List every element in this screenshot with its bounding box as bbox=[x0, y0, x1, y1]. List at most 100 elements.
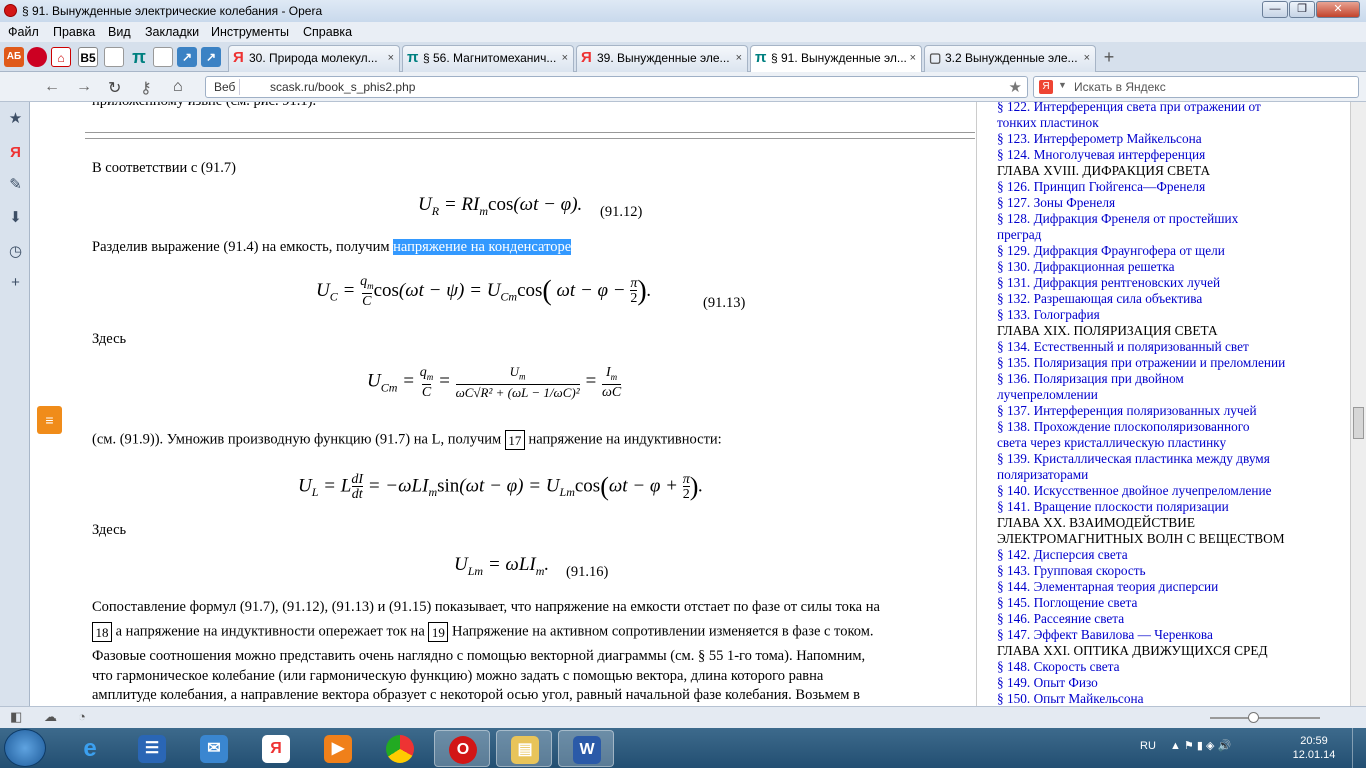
toc-link[interactable]: § 149. Опыт Физо bbox=[997, 675, 1098, 691]
history-icon[interactable]: ◷ bbox=[7, 243, 24, 260]
toc-link[interactable]: поляризаторами bbox=[997, 467, 1088, 483]
toc-link[interactable]: § 139. Кристаллическая пластинка между д… bbox=[997, 451, 1270, 467]
taskbar-yandex[interactable]: Я bbox=[248, 730, 304, 767]
quick-bookmark-b5-icon[interactable]: B5 bbox=[78, 47, 98, 67]
start-button[interactable] bbox=[4, 729, 46, 767]
quick-bookmark-icon[interactable] bbox=[27, 47, 47, 67]
yandex-panel-icon[interactable]: Я bbox=[7, 144, 24, 161]
tab-active[interactable]: π § 91. Вынужденные эл... × bbox=[750, 45, 922, 73]
close-tab-icon[interactable]: × bbox=[910, 46, 916, 71]
new-tab-button[interactable]: + bbox=[1099, 47, 1119, 67]
toc-link[interactable]: § 130. Дифракционная решетка bbox=[997, 259, 1175, 275]
menu-edit[interactable]: Правка bbox=[53, 25, 95, 39]
bookmarks-star-icon[interactable]: ★ bbox=[7, 110, 24, 127]
url-text[interactable]: scask.ru/book_s_phis2.php bbox=[270, 80, 415, 94]
tray-icons[interactable]: ▲ ⚑ ▮ ◈ 🔊 bbox=[1170, 739, 1231, 752]
yandex-search-icon[interactable]: Я bbox=[1039, 80, 1053, 94]
zoom-slider-knob[interactable] bbox=[1248, 712, 1259, 723]
toc-link[interactable]: § 141. Вращение плоскости поляризации bbox=[997, 499, 1229, 515]
taskbar-app[interactable]: ☰ bbox=[124, 730, 180, 767]
toc-link[interactable]: света через кристаллическую пластинку bbox=[997, 435, 1226, 451]
menu-tools[interactable]: Инструменты bbox=[211, 25, 289, 39]
page-bookmark-icon[interactable] bbox=[104, 47, 124, 67]
toc-link[interactable]: § 126. Принцип Гюйгенса—Френеля bbox=[997, 179, 1205, 195]
toc-link[interactable]: § 146. Рассеяние света bbox=[997, 611, 1124, 627]
speed-icon[interactable]: ◔ bbox=[78, 709, 86, 724]
key-icon[interactable]: ⚷ bbox=[140, 78, 152, 98]
toc-link[interactable]: § 122. Интерференция света при отражении… bbox=[997, 102, 1261, 115]
page-bookmark-icon[interactable] bbox=[153, 47, 173, 67]
tab-2[interactable]: π § 56. Магнитомеханич... × bbox=[402, 45, 574, 72]
notes-icon[interactable]: ✎ bbox=[7, 176, 24, 193]
zoom-slider[interactable] bbox=[1210, 712, 1320, 723]
close-window-button[interactable]: ✕ bbox=[1316, 1, 1360, 18]
home-icon[interactable]: ⌂ bbox=[173, 78, 183, 96]
toc-link[interactable]: § 137. Интерференция поляризованных луче… bbox=[997, 403, 1257, 419]
notes-widget-icon[interactable]: ≡ bbox=[37, 406, 62, 434]
taskbar-media[interactable]: ▶ bbox=[310, 730, 366, 767]
taskbar-explorer[interactable]: ▤ bbox=[496, 730, 552, 767]
toc-link[interactable]: § 144. Элементарная теория дисперсии bbox=[997, 579, 1218, 595]
system-clock[interactable]: 20:59 12.01.14 bbox=[1290, 734, 1338, 762]
toc-link[interactable]: лучепреломлении bbox=[997, 387, 1098, 403]
close-tab-icon[interactable]: × bbox=[736, 46, 742, 71]
toc-link[interactable]: § 145. Поглощение света bbox=[997, 595, 1137, 611]
toc-link[interactable]: § 131. Дифракция рентгеновских лучей bbox=[997, 275, 1220, 291]
toc-link[interactable]: § 143. Групповая скорость bbox=[997, 563, 1146, 579]
panel-toggle-icon[interactable]: ◧ bbox=[10, 709, 22, 725]
toc-link[interactable]: § 150. Опыт Майкельсона bbox=[997, 691, 1144, 706]
toc-link[interactable]: § 127. Зоны Френеля bbox=[997, 195, 1115, 211]
show-desktop-button[interactable] bbox=[1352, 728, 1366, 768]
search-field[interactable]: Я ▼ Искать в Яндекс bbox=[1033, 76, 1359, 98]
toc-link[interactable]: преград bbox=[997, 227, 1041, 243]
search-engine-dropdown-icon[interactable]: ▼ bbox=[1058, 80, 1067, 90]
toc-link[interactable]: § 123. Интерферометр Майкельсона bbox=[997, 131, 1202, 147]
close-tab-icon[interactable]: × bbox=[388, 46, 394, 71]
toc-link[interactable]: тонких пластинок bbox=[997, 115, 1099, 131]
menu-help[interactable]: Справка bbox=[303, 25, 352, 39]
toc-link[interactable]: § 129. Дифракция Фраунгофера от щели bbox=[997, 243, 1225, 259]
back-icon[interactable]: ← bbox=[44, 78, 60, 96]
close-tab-icon[interactable]: × bbox=[562, 46, 568, 71]
toc-link[interactable]: § 128. Дифракция Френеля от простейших bbox=[997, 211, 1238, 227]
taskbar-opera[interactable]: O bbox=[434, 730, 490, 767]
address-field[interactable]: Веб scask.ru/book_s_phis2.php ★ bbox=[205, 76, 1028, 98]
menu-file[interactable]: Файл bbox=[8, 25, 39, 39]
chart-bookmark-icon[interactable]: ↗ bbox=[201, 47, 221, 67]
tab-1[interactable]: Я 30. Природа молекул... × bbox=[228, 45, 400, 72]
bookmark-star-icon[interactable]: ★ bbox=[1009, 78, 1022, 96]
minimize-button[interactable]: — bbox=[1262, 1, 1288, 18]
toc-link[interactable]: § 148. Скорость света bbox=[997, 659, 1119, 675]
formula-ref-18[interactable]: 18 bbox=[92, 622, 112, 642]
opera-unite-icon[interactable]: ☁ bbox=[44, 709, 57, 725]
toc-link[interactable]: § 142. Дисперсия света bbox=[997, 547, 1128, 563]
home-bookmark-icon[interactable]: ⌂ bbox=[51, 47, 71, 67]
toc-link[interactable]: § 124. Многолучевая интерференция bbox=[997, 147, 1205, 163]
reload-icon[interactable]: ↻ bbox=[108, 78, 121, 98]
toc-link[interactable]: § 134. Естественный и поляризованный све… bbox=[997, 339, 1249, 355]
downloads-icon[interactable]: ⬇ bbox=[7, 209, 24, 226]
forward-icon[interactable]: → bbox=[76, 78, 92, 96]
taskbar-word[interactable]: W bbox=[558, 730, 614, 767]
scrollbar-thumb[interactable] bbox=[1353, 407, 1364, 439]
toc-link[interactable]: § 136. Поляризация при двойном bbox=[997, 371, 1184, 387]
taskbar-mail[interactable]: ✉ bbox=[186, 730, 242, 767]
menu-view[interactable]: Вид bbox=[108, 25, 131, 39]
formula-ref-19[interactable]: 19 bbox=[428, 622, 449, 642]
formula-ref-17[interactable]: 17 bbox=[504, 430, 525, 450]
toc-link[interactable]: § 133. Голография bbox=[997, 307, 1100, 323]
quick-bookmark-ab-icon[interactable]: АБ bbox=[4, 47, 24, 67]
taskbar-chrome[interactable] bbox=[372, 730, 428, 767]
pi-bookmark-icon[interactable]: π bbox=[129, 47, 149, 67]
tab-3[interactable]: Я 39. Вынужденные эле... × bbox=[576, 45, 748, 72]
toc-link[interactable]: § 138. Прохождение плоскополяризованного bbox=[997, 419, 1250, 435]
close-tab-icon[interactable]: × bbox=[1084, 46, 1090, 71]
toc-link[interactable]: § 147. Эффект Вавилова — Черенкова bbox=[997, 627, 1213, 643]
maximize-button[interactable]: ❐ bbox=[1289, 1, 1315, 18]
toc-link[interactable]: § 140. Искусственное двойное лучепреломл… bbox=[997, 483, 1272, 499]
taskbar-ie[interactable]: e bbox=[62, 730, 118, 767]
toc-link[interactable]: § 135. Поляризация при отражении и прело… bbox=[997, 355, 1285, 371]
toc-link[interactable]: § 132. Разрешающая сила объектива bbox=[997, 291, 1202, 307]
language-indicator[interactable]: RU bbox=[1140, 740, 1156, 752]
tab-5[interactable]: ▢ 3.2 Вынужденные эле... × bbox=[924, 45, 1096, 72]
